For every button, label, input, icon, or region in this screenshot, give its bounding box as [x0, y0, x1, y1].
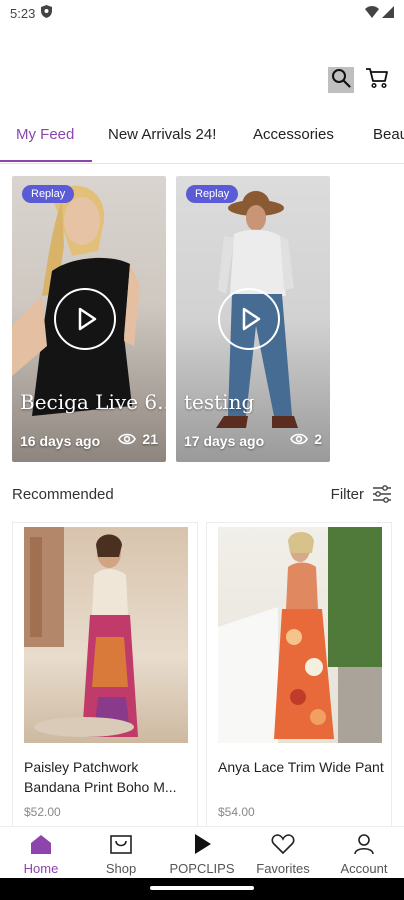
- product-card[interactable]: Anya Lace Trim Wide Pant $54.00: [206, 522, 392, 832]
- search-button[interactable]: [328, 67, 354, 93]
- video-card[interactable]: Replay Beciga Live 6.. 16 days ago 21: [12, 176, 166, 462]
- shield-icon: [41, 5, 53, 21]
- filter-button[interactable]: Filter: [331, 484, 392, 504]
- nav-home[interactable]: Home: [1, 827, 81, 879]
- video-title: testing: [184, 390, 255, 414]
- product-image: [24, 527, 188, 743]
- product-price: $52.00: [24, 805, 61, 819]
- nav-label: Favorites: [256, 861, 310, 876]
- cart-button[interactable]: [364, 67, 390, 93]
- video-views: 2: [290, 431, 322, 447]
- video-age: 16 days ago: [20, 433, 101, 449]
- nav-label: POPCLIPS: [169, 861, 235, 876]
- tab-accessories[interactable]: Accessories: [253, 112, 334, 163]
- nav-label: Account: [340, 861, 388, 876]
- active-tab-indicator: [0, 160, 92, 162]
- video-views: 21: [118, 431, 158, 447]
- nav-shop[interactable]: Shop: [81, 827, 161, 879]
- search-icon: [331, 68, 351, 93]
- system-navigation-bar: [0, 878, 404, 900]
- video-title: Beciga Live 6..: [20, 390, 166, 414]
- play-icon: [195, 834, 211, 854]
- product-image: [218, 527, 382, 743]
- video-age: 17 days ago: [184, 433, 265, 449]
- category-tabs: My Feed New Arrivals 24! Accessories Bea…: [0, 112, 404, 164]
- home-gesture-handle[interactable]: [150, 886, 254, 890]
- views-count: 21: [142, 431, 158, 447]
- eye-icon: [118, 433, 137, 445]
- status-time: 5:23: [10, 5, 36, 21]
- tab-my-feed[interactable]: My Feed: [16, 112, 74, 163]
- wifi-icon: [365, 5, 379, 21]
- product-name: Anya Lace Trim Wide Pant: [218, 759, 384, 775]
- bottom-navigation: Home Shop POPCLIPS Favorites Account: [0, 826, 404, 878]
- signal-icon: [382, 5, 394, 21]
- play-icon: [78, 307, 97, 331]
- top-bar: [0, 60, 404, 100]
- replay-badge: Replay: [186, 185, 239, 203]
- video-card[interactable]: Replay testing 17 days ago 2: [176, 176, 330, 462]
- filter-icon: [373, 485, 391, 503]
- tab-beauty[interactable]: Beau: [373, 112, 404, 163]
- replay-badge: Replay: [22, 185, 75, 203]
- nav-label: Home: [23, 861, 59, 876]
- tab-new-arrivals[interactable]: New Arrivals 24!: [108, 112, 216, 163]
- cart-icon: [365, 67, 389, 94]
- nav-account[interactable]: Account: [324, 827, 404, 879]
- nav-popclips[interactable]: POPCLIPS: [162, 827, 242, 879]
- status-bar: 5:23: [0, 0, 404, 26]
- play-icon: [242, 307, 261, 331]
- heart-icon: [271, 834, 295, 855]
- nav-favorites[interactable]: Favorites: [243, 827, 323, 879]
- home-icon: [31, 835, 51, 854]
- views-count: 2: [314, 431, 322, 447]
- eye-icon: [290, 433, 309, 445]
- person-icon: [354, 834, 374, 855]
- product-name: Paisley Patchwork Bandana Print Boho M..…: [24, 759, 177, 795]
- product-card[interactable]: Paisley Patchwork Bandana Print Boho M..…: [12, 522, 198, 832]
- filter-label: Filter: [330, 485, 364, 503]
- section-title: Recommended: [12, 486, 114, 503]
- shop-icon: [110, 835, 132, 854]
- play-button[interactable]: [218, 288, 280, 350]
- product-price: $54.00: [218, 805, 255, 819]
- play-button[interactable]: [54, 288, 116, 350]
- nav-label: Shop: [105, 861, 137, 876]
- recommended-header: Recommended Filter: [12, 484, 392, 506]
